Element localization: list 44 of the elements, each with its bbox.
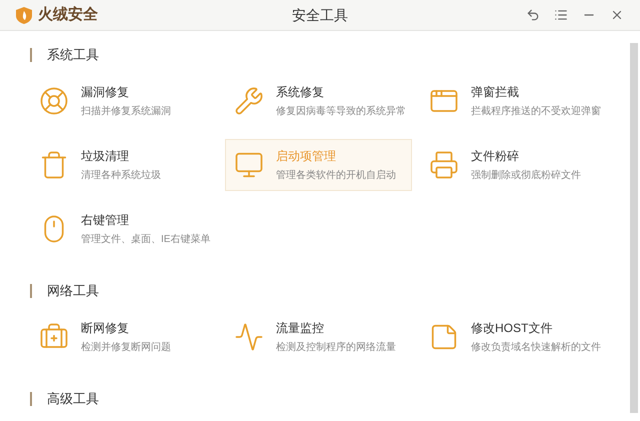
section-heading: 网络工具 [47, 282, 99, 300]
lifebuoy-icon [39, 86, 69, 116]
pulse-icon [234, 322, 264, 352]
tool-item[interactable]: 流量监控 检测及控制程序的网络流量 [225, 311, 412, 363]
scrollbar-thumb[interactable] [630, 43, 638, 413]
tool-item[interactable]: 文件粉碎 强制删除或彻底粉碎文件 [420, 139, 607, 191]
tool-item[interactable]: 漏洞修复 扫描并修复系统漏洞 [30, 75, 217, 127]
back-icon[interactable] [526, 8, 540, 22]
tool-title: 启动项管理 [276, 148, 337, 165]
tool-title: 右键管理 [81, 212, 130, 229]
note-icon [429, 322, 459, 352]
section-heading: 系统工具 [47, 46, 99, 64]
tool-description: 清理各种系统垃圾 [81, 168, 161, 183]
tool-title: 弹窗拦截 [471, 84, 520, 101]
tool-description: 检测并修复断网问题 [81, 340, 171, 355]
trash-icon [39, 150, 69, 180]
tool-description: 管理各类软件的开机自启动 [276, 168, 396, 183]
tool-description: 管理文件、桌面、IE右键菜单 [81, 232, 208, 247]
window-title: 安全工具 [292, 6, 348, 24]
tool-item[interactable]: 断网修复 检测并修复断网问题 [30, 311, 217, 363]
shield-logo-icon [16, 6, 32, 24]
tool-item[interactable]: 系统修复 修复因病毒等导致的系统异常 [225, 75, 412, 127]
tool-title: 修改HOST文件 [471, 320, 554, 337]
tool-title: 系统修复 [276, 84, 325, 101]
tool-title: 文件粉碎 [471, 148, 520, 165]
tool-title: 垃圾清理 [81, 148, 130, 165]
tool-description: 检测及控制程序的网络流量 [276, 340, 396, 355]
wrench-icon [234, 86, 264, 116]
tool-item[interactable]: 弹窗拦截 拦截程序推送的不受欢迎弹窗 [420, 75, 607, 127]
tool-description: 拦截程序推送的不受欢迎弹窗 [471, 104, 598, 119]
tool-description: 扫描并修复系统漏洞 [81, 104, 171, 119]
tool-title: 断网修复 [81, 320, 130, 337]
tool-item[interactable]: 修改HOST文件 修改负责域名快速解析的文件 [420, 311, 607, 363]
tool-description: 强制删除或彻底粉碎文件 [471, 168, 581, 183]
menu-icon[interactable] [554, 8, 568, 22]
close-icon[interactable] [610, 8, 624, 22]
brand-name: 火绒安全 [38, 4, 98, 25]
tool-description: 修复因病毒等导致的系统异常 [276, 104, 403, 119]
tool-item[interactable]: 垃圾清理 清理各种系统垃圾 [30, 139, 217, 191]
section-heading: 高级工具 [47, 390, 99, 408]
tool-item[interactable]: 右键管理 管理文件、桌面、IE右键菜单 [30, 203, 217, 255]
tool-title: 漏洞修复 [81, 84, 130, 101]
tool-title: 流量监控 [276, 320, 325, 337]
monitor-icon [234, 150, 264, 180]
